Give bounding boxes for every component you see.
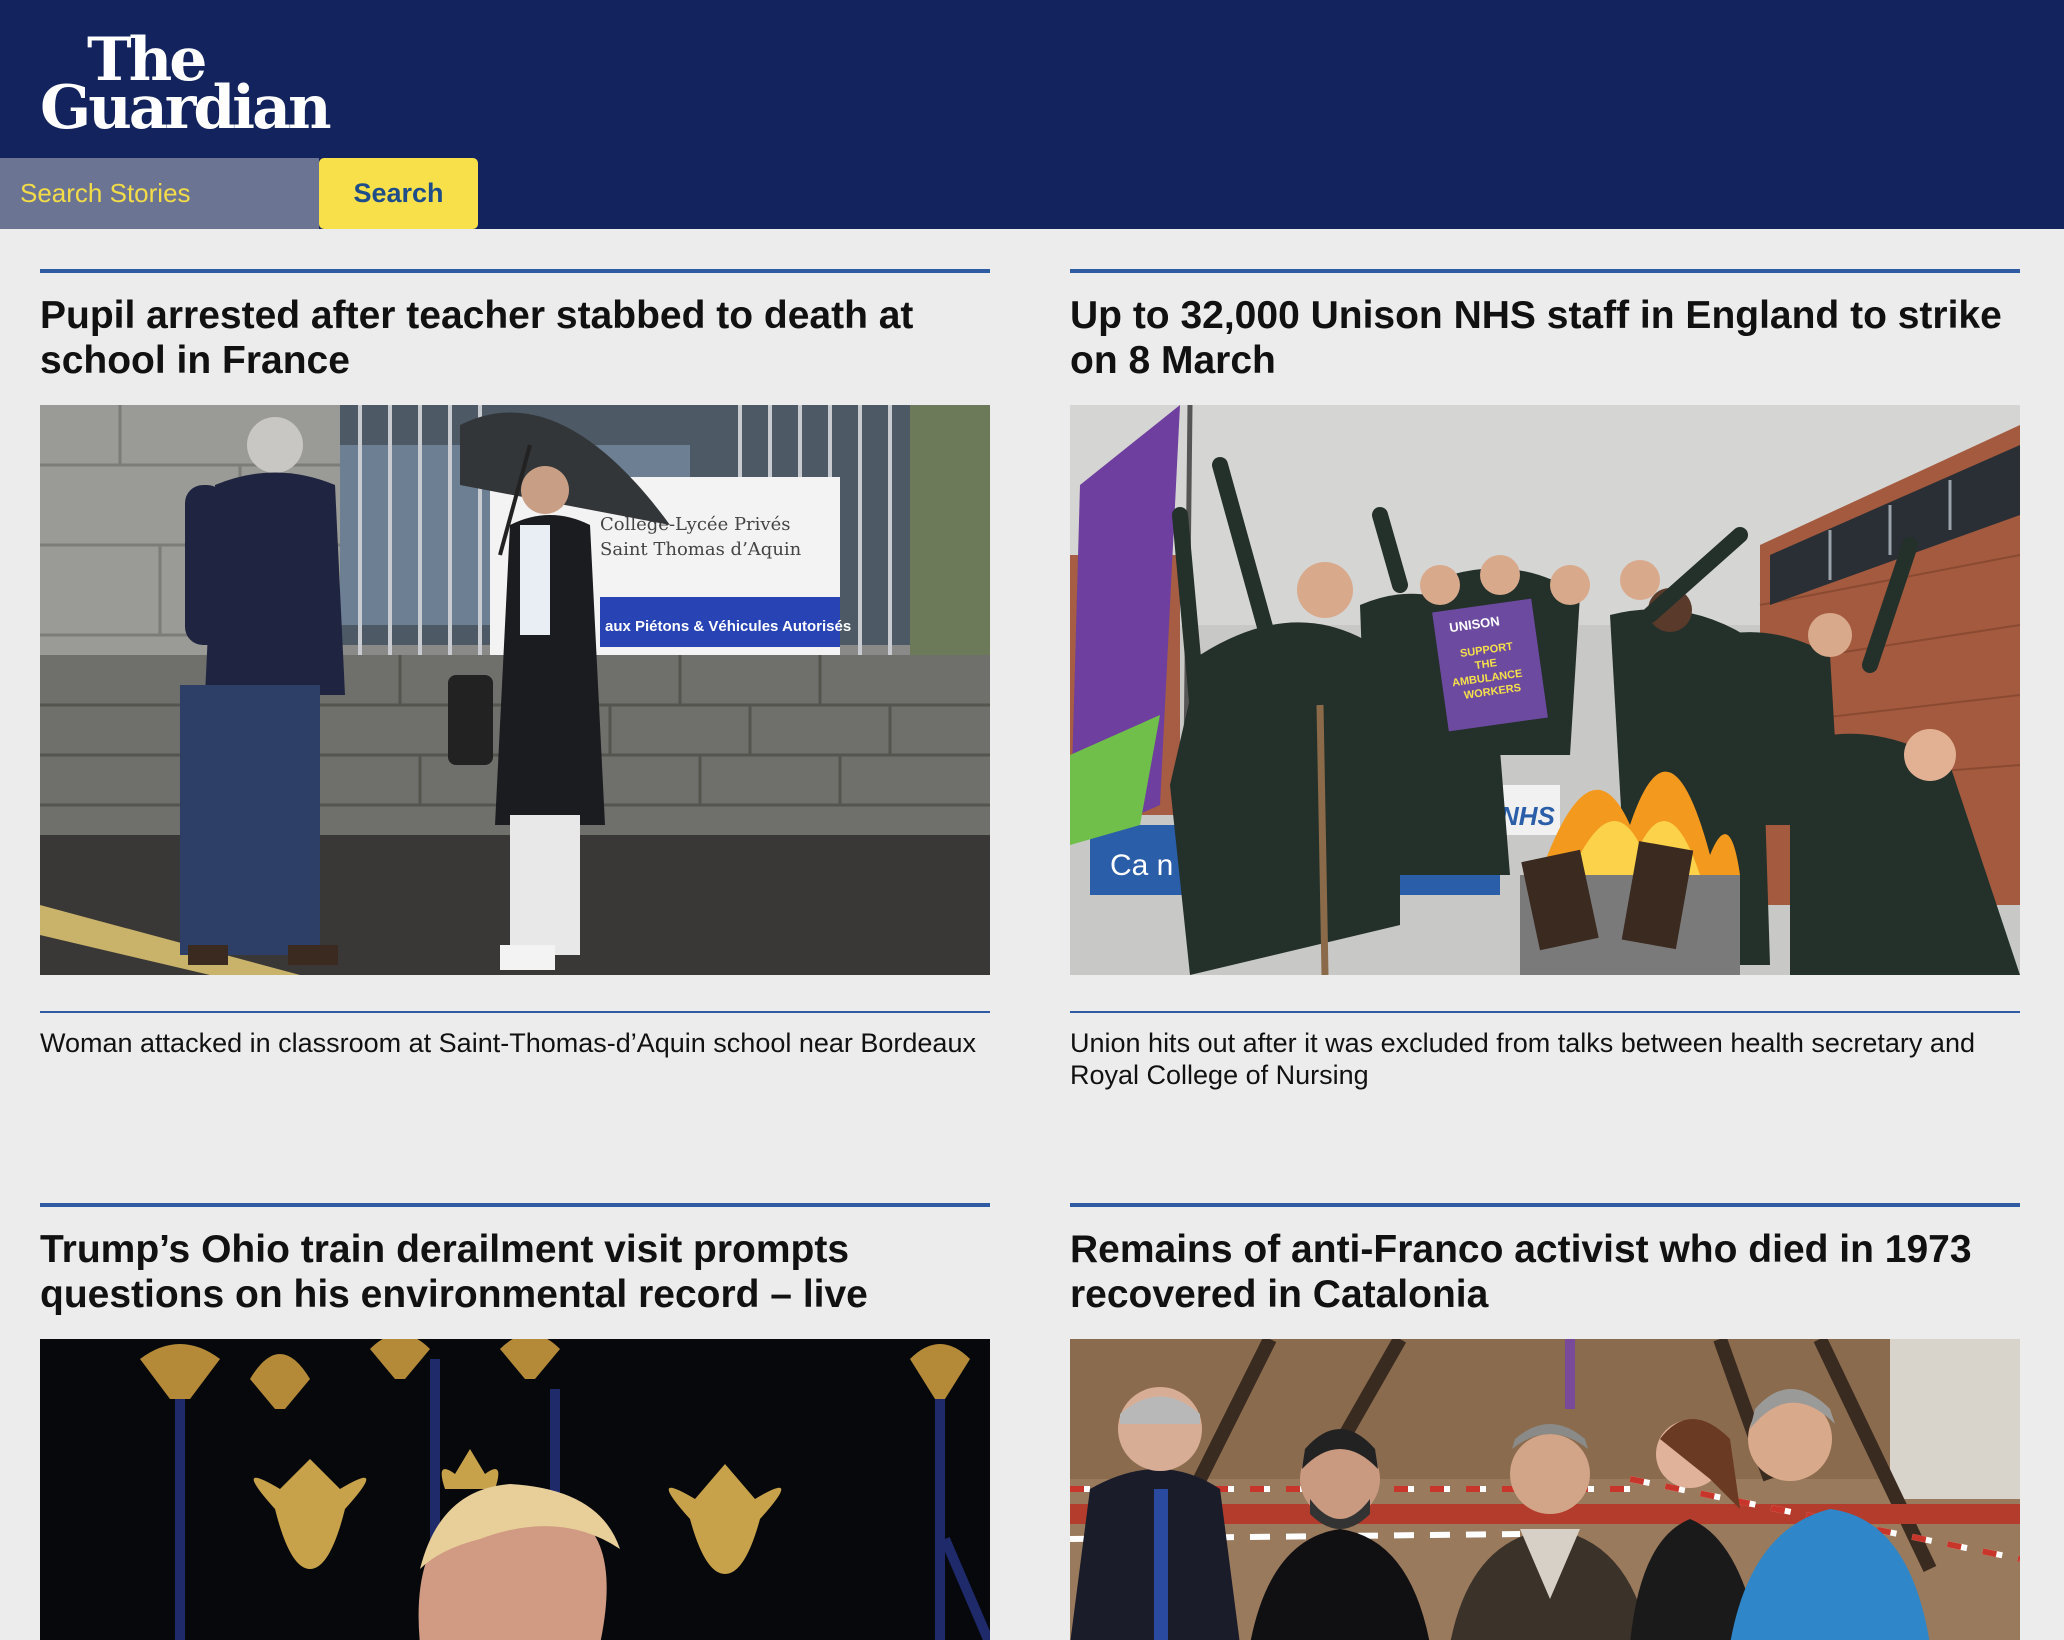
search-button[interactable]: Search — [319, 158, 478, 229]
nhs-logo-text: NHS — [1500, 801, 1556, 831]
story-image[interactable] — [1070, 1339, 2020, 1640]
sign-text-3: aux Piétons & Véhicules Autorisés — [605, 618, 851, 635]
story-standfirst: Union hits out after it was excluded fro… — [1070, 1028, 1975, 1090]
story-image[interactable] — [40, 1339, 990, 1640]
story-card: Trump’s Ohio train derailment visit prom… — [40, 1203, 990, 1640]
story-divider — [40, 1011, 990, 1013]
story-headline[interactable]: Pupil arrested after teacher stabbed to … — [40, 273, 990, 383]
logo-line-guardian: Guardian — [40, 73, 332, 143]
masthead: The Guardian Search — [0, 0, 2064, 229]
story-headline[interactable]: Trump’s Ohio train derailment visit prom… — [40, 1207, 990, 1317]
story-photo-trump — [40, 1339, 990, 1640]
guardian-app: The Guardian Search Pupil arrested after… — [0, 0, 2064, 1640]
guardian-logo[interactable]: The Guardian — [40, 30, 332, 143]
story-headline[interactable]: Remains of anti-Franco activist who died… — [1070, 1207, 2020, 1317]
story-card: Pupil arrested after teacher stabbed to … — [40, 269, 990, 1109]
search-input[interactable] — [0, 158, 319, 229]
story-image[interactable]: NHS Ca n r ulance Stati — [1070, 405, 2020, 975]
story-card: Up to 32,000 Unison NHS staff in England… — [1070, 269, 2020, 1109]
story-standfirst: Woman attacked in classroom at Saint-Tho… — [40, 1028, 976, 1058]
story-photo-catalonia — [1070, 1339, 2020, 1640]
sign-text-1: Collège-Lycée Privés — [600, 514, 790, 535]
story-divider — [1070, 1011, 2020, 1013]
story-card: Remains of anti-Franco activist who died… — [1070, 1203, 2020, 1640]
story-photo-strike: NHS Ca n r ulance Stati — [1070, 405, 2020, 975]
sign-text-2: Saint Thomas d’Aquin — [600, 539, 802, 560]
story-photo-school: Collège-Lycée Privés Saint Thomas d’Aqui… — [40, 405, 990, 975]
story-headline[interactable]: Up to 32,000 Unison NHS staff in England… — [1070, 273, 2020, 383]
story-image[interactable]: Collège-Lycée Privés Saint Thomas d’Aqui… — [40, 405, 990, 975]
